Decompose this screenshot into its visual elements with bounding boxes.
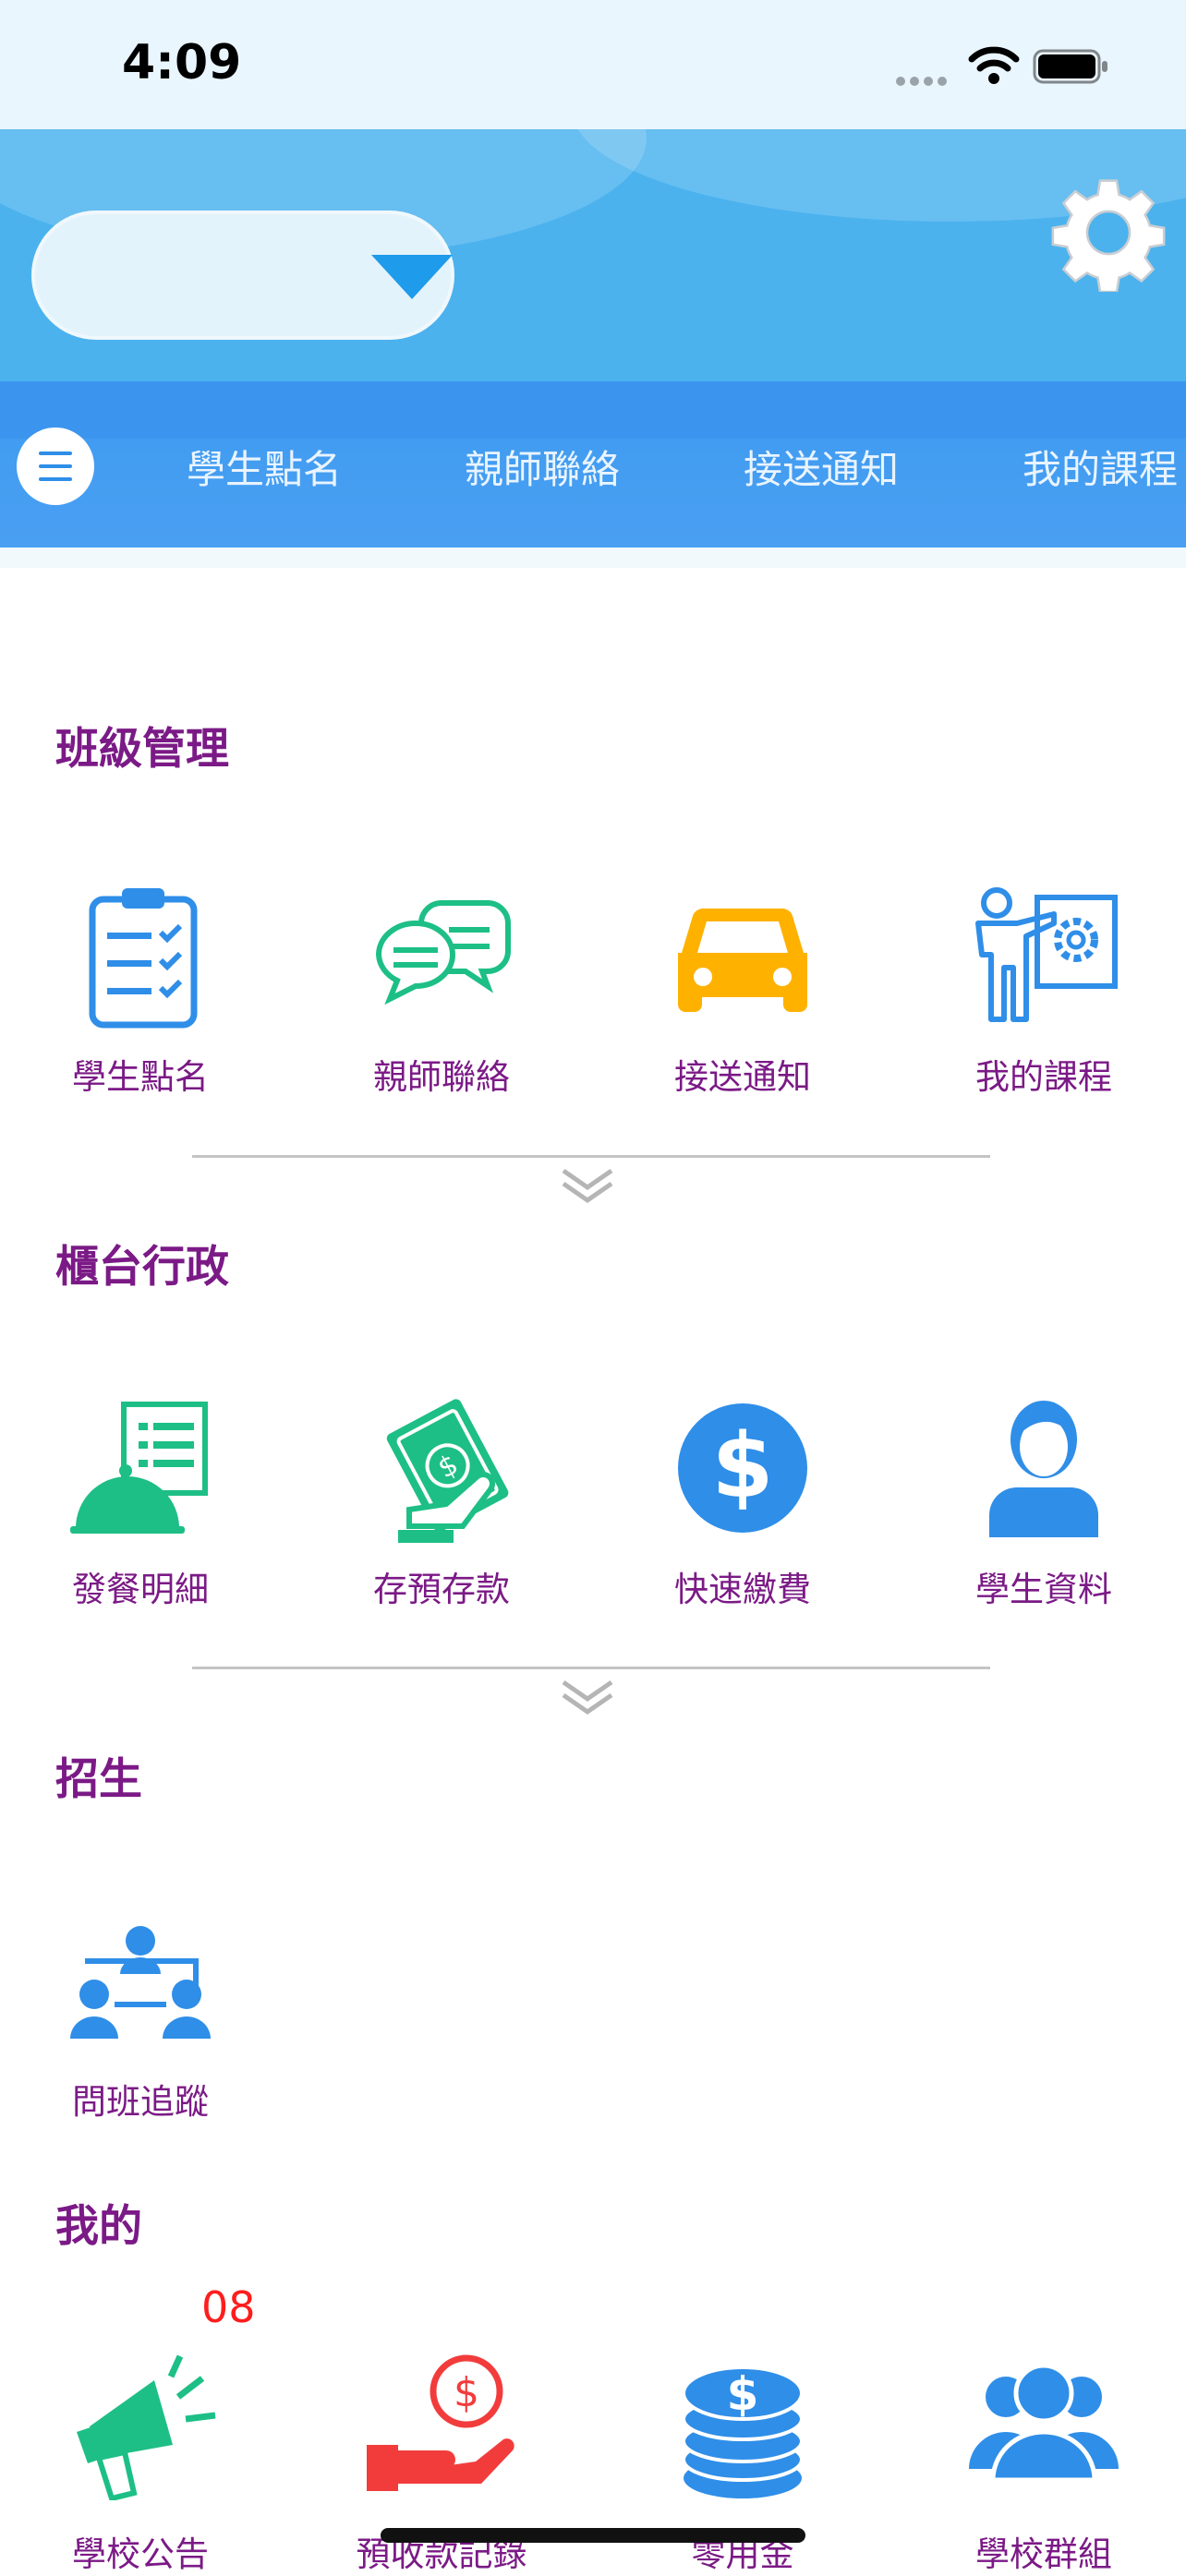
tile-parent-contact[interactable]: 親師聯絡 (331, 877, 552, 1108)
tile-school-groups[interactable]: 學校群組 (933, 2345, 1155, 2574)
teacher-board-icon (975, 887, 1118, 1022)
section-title-mine: 我的 (55, 2201, 142, 2252)
tile-label: 問班追蹤 (72, 2082, 209, 2122)
student-person-icon (989, 1401, 1098, 1537)
car-icon (678, 909, 807, 1012)
tile-label: 學生點名 (72, 1057, 209, 1097)
tile-deposit[interactable]: $ 存預存款 (331, 1390, 552, 1620)
nav-stripe (0, 381, 1186, 439)
tile-label: 接送通知 (674, 1057, 811, 1097)
chevron-double-down-icon[interactable] (558, 1677, 617, 1717)
school-selector-dropdown[interactable] (31, 211, 454, 340)
section-divider (192, 1667, 990, 1669)
tile-quick-pay[interactable]: $ 快速繳費 (632, 1390, 853, 1620)
megaphone-icon (77, 2354, 216, 2500)
dropdown-arrow-icon (371, 255, 453, 299)
nav-shadow (0, 548, 1186, 568)
wifi-icon (968, 46, 1020, 84)
money-hand-icon: $ (386, 1399, 509, 1543)
section-title-class-management: 班級管理 (55, 724, 229, 775)
tile-my-courses[interactable]: 我的課程 (933, 877, 1155, 1108)
announcement-badge: 08 (201, 2282, 256, 2332)
hand-coin-icon: $ (367, 2354, 514, 2491)
menu-icon-line (39, 464, 72, 468)
tile-label: 學生資料 (975, 1570, 1112, 1609)
section-title-enrollment: 招生 (55, 1754, 142, 1805)
tile-label: 快速繳費 (674, 1570, 811, 1609)
tile-student-info[interactable]: 學生資料 (933, 1390, 1155, 1620)
clipboard-checklist-icon (89, 888, 198, 1029)
quick-nav-bar: 學生點名 親師聯絡 接送通知 我的課程 (0, 381, 1186, 548)
dollar-coin-icon: $ (678, 1403, 807, 1533)
tile-label: 發餐明細 (72, 1570, 209, 1609)
home-indicator[interactable] (381, 2528, 805, 2543)
group-people-icon (969, 2363, 1119, 2483)
tile-pickup[interactable]: 接送通知 (632, 877, 853, 1108)
coin-stack-icon: $ (682, 2365, 804, 2498)
meal-cloche-list-icon (70, 1402, 208, 1534)
battery-icon (1033, 49, 1107, 84)
nav-item-pickup[interactable]: 接送通知 (744, 439, 899, 495)
tile-attendance[interactable]: 學生點名 (30, 877, 251, 1108)
status-time: 4:09 (122, 35, 242, 90)
tile-label: 學校群組 (975, 2534, 1112, 2574)
nav-item-attendance[interactable]: 學生點名 (187, 439, 342, 495)
app-header (0, 129, 1186, 381)
settings-gear-icon[interactable] (1049, 174, 1168, 292)
svg-text:$: $ (727, 2367, 759, 2421)
tile-school-announcements[interactable]: 學校公告 (30, 2345, 251, 2574)
svg-text:$: $ (712, 1414, 774, 1518)
tile-label: 存預存款 (373, 1570, 510, 1609)
menu-button[interactable] (17, 427, 94, 505)
svg-text:$: $ (454, 2369, 479, 2416)
team-meeting-icon (70, 1926, 211, 2039)
menu-icon-line (39, 477, 72, 481)
chat-bubbles-icon (375, 900, 511, 1005)
section-title-front-desk: 櫃台行政 (55, 1242, 229, 1293)
tile-label: 我的課程 (975, 1057, 1112, 1097)
menu-icon (39, 451, 72, 455)
nav-item-my-courses[interactable]: 我的課程 (1023, 439, 1178, 495)
nav-item-parent-contact[interactable]: 親師聯絡 (465, 439, 620, 495)
cellular-signal-icon (896, 72, 951, 86)
tile-meal-details[interactable]: 發餐明細 (30, 1390, 251, 1620)
tile-label: 學校公告 (72, 2534, 209, 2574)
tile-inquiry-tracking[interactable]: 問班追蹤 (30, 1911, 251, 2142)
section-divider (192, 1155, 990, 1158)
chevron-double-down-icon[interactable] (558, 1165, 617, 1206)
tile-label: 親師聯絡 (373, 1057, 510, 1097)
status-bar: 4:09 (0, 0, 1186, 129)
